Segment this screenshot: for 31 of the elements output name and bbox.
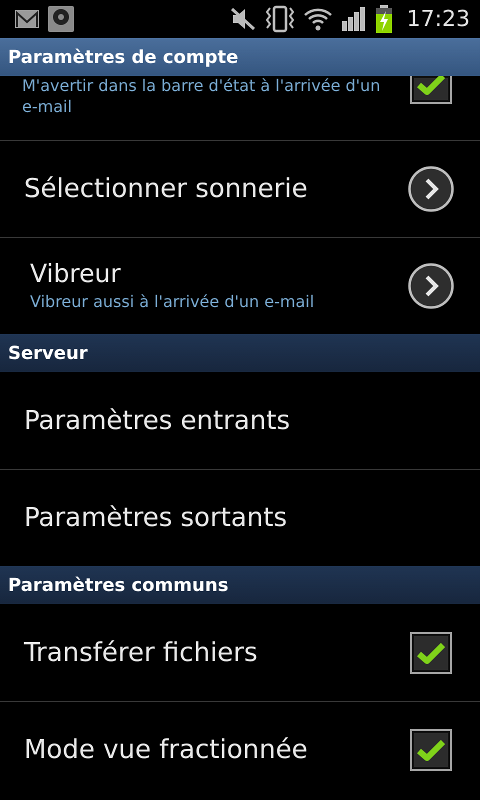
checkmark-icon bbox=[416, 76, 446, 96]
section-header: Paramètres de compte bbox=[0, 38, 480, 76]
signal-icon bbox=[340, 7, 367, 31]
settings-row[interactable]: M'avertir dans la barre d'état à l'arrivée d'un e-mail bbox=[0, 76, 480, 140]
mute-icon bbox=[228, 6, 257, 32]
chevron-right-icon[interactable] bbox=[408, 263, 454, 309]
setting-title: Vibreur bbox=[29, 259, 122, 288]
setting-summary: Vibreur aussi à l'arrivée d'un e-mail bbox=[29, 292, 316, 313]
checkmark-icon bbox=[416, 738, 446, 762]
mail-icon bbox=[14, 9, 40, 29]
checkbox[interactable] bbox=[410, 632, 452, 674]
checkmark-icon bbox=[416, 640, 446, 664]
setting-title: Mode vue fractionnée bbox=[24, 735, 309, 765]
clock-time: 17:23 bbox=[406, 6, 470, 32]
battery-charging-icon bbox=[374, 5, 393, 33]
wifi-icon bbox=[302, 7, 333, 31]
vibrate-icon bbox=[264, 5, 295, 33]
settings-row[interactable]: Sélectionner sonnerie bbox=[0, 140, 480, 237]
setting-summary: M'avertir dans la barre d'état à l'arrivée d'un e-mail bbox=[22, 76, 382, 118]
setting-title: Sélectionner sonnerie bbox=[24, 174, 309, 204]
checkbox[interactable] bbox=[410, 729, 452, 771]
section-header: Serveur bbox=[0, 334, 480, 372]
checkbox[interactable] bbox=[410, 76, 452, 104]
setting-title: Paramètres sortants bbox=[24, 503, 288, 533]
settings-row[interactable]: Transférer fichiers bbox=[0, 604, 480, 701]
section-header: Paramètres communs bbox=[0, 566, 480, 604]
chevron-right-icon[interactable] bbox=[408, 166, 454, 212]
settings-row[interactable]: Mode vue fractionnée bbox=[0, 701, 480, 798]
setting-title: Transférer fichiers bbox=[24, 638, 259, 668]
setting-title: Paramètres entrants bbox=[24, 406, 292, 436]
settings-row[interactable]: Paramètres entrants bbox=[0, 372, 480, 469]
